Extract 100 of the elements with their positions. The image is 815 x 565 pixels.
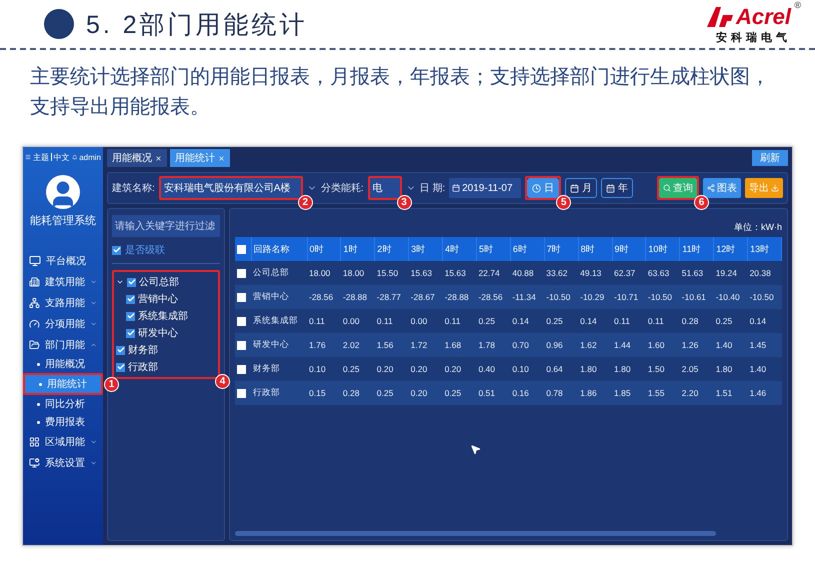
tab[interactable]: 用能概况 <box>107 149 167 167</box>
table-cell: 1.62 <box>578 333 612 357</box>
tree-node-label[interactable]: 财务部 <box>128 343 158 357</box>
category-select[interactable]: 电 <box>370 178 400 198</box>
tree-node-label[interactable]: 营销中心 <box>138 292 178 306</box>
tree-node-label[interactable]: 研发中心 <box>138 326 178 340</box>
table-cell: 15.63 <box>442 261 476 285</box>
language-link[interactable]: 中文 <box>54 152 70 162</box>
nav-item[interactable]: 支路用能 <box>23 292 103 313</box>
table-cell: 1.44 <box>612 333 646 357</box>
column-header: 11时 <box>680 237 714 261</box>
step-badge: 4 <box>215 374 230 389</box>
table-cell: -28.56 <box>307 285 341 309</box>
table-cell: 0.14 <box>748 309 782 333</box>
section-title: 5. 2部门用能统计 <box>86 10 309 40</box>
table-cell: 1.40 <box>748 357 782 381</box>
table-cell: 0.11 <box>646 309 680 333</box>
table-cell: -10.29 <box>578 285 612 309</box>
table-cell: 0.20 <box>408 381 443 405</box>
table-cell: 1.78 <box>476 333 510 357</box>
period-toggle[interactable]: 年 <box>601 178 634 198</box>
table-cell: -10.40 <box>714 285 748 309</box>
table-cell: 0.96 <box>544 333 578 357</box>
unit-label: 单位：kW·h <box>734 221 782 234</box>
table-cell: 0.64 <box>544 357 578 381</box>
period-toggle[interactable]: 月 <box>565 178 598 198</box>
table-cell: -11.34 <box>510 285 544 309</box>
table-cell: -28.56 <box>476 285 510 309</box>
table-cell: 0.20 <box>408 357 443 381</box>
table-cell: 0.51 <box>476 381 510 405</box>
column-header: 7时 <box>544 237 578 261</box>
field-label: 日 期: <box>420 182 446 195</box>
table-cell: 0.40 <box>476 357 510 381</box>
tree-node-label[interactable]: 行政部 <box>128 360 158 374</box>
table-cell: 1.76 <box>307 333 341 357</box>
table-cell: 62.37 <box>612 261 646 285</box>
tree-node-label[interactable]: 系统集成部 <box>138 309 188 323</box>
table-cell: 1.51 <box>714 381 748 405</box>
table-cell: 0.11 <box>307 309 341 333</box>
table-cell: 1.45 <box>748 333 782 357</box>
table-cell: 1.56 <box>374 333 409 357</box>
table-cell: 20.38 <box>748 261 782 285</box>
tree-node-label[interactable]: 公司总部 <box>139 275 179 289</box>
table-cell: 0.20 <box>442 357 476 381</box>
table-cell: 63.63 <box>646 261 680 285</box>
nav-item[interactable]: 建筑用能 <box>23 271 103 292</box>
table-cell: 系统集成部 <box>251 309 307 333</box>
table-cell: 19.24 <box>714 261 748 285</box>
table-cell: 1.68 <box>442 333 476 357</box>
table-cell: 0.78 <box>544 381 578 405</box>
table-cell: 0.15 <box>307 381 341 405</box>
table-cell: 0.25 <box>714 309 748 333</box>
table-cell: 18.00 <box>340 261 375 285</box>
nav-subitem[interactable]: 用能统计 <box>25 375 101 393</box>
table-cell: 18.00 <box>307 261 341 285</box>
table-cell: 15.50 <box>374 261 409 285</box>
table-cell: -28.88 <box>442 285 476 309</box>
table-cell: 财务部 <box>251 357 307 381</box>
table-cell: 0.14 <box>578 309 612 333</box>
building-select[interactable]: 安科瑞电气股份有限公司A楼 <box>160 178 301 198</box>
nav-item[interactable]: 部门用能 <box>23 334 103 355</box>
system-name: 能耗管理系统 <box>29 214 97 228</box>
table-cell: 0.10 <box>510 357 544 381</box>
checkbox-label[interactable]: 是否级联 <box>125 243 165 257</box>
table-cell: 0.10 <box>307 357 341 381</box>
table-cell: 0.25 <box>340 357 375 381</box>
table-cell: -28.77 <box>374 285 409 309</box>
table-cell: 0.16 <box>510 381 544 405</box>
table-cell: 1.80 <box>612 357 646 381</box>
nav-item[interactable]: 区域用能 <box>23 431 103 452</box>
table-cell: 0.25 <box>374 381 409 405</box>
registered-mark: ® <box>794 0 801 10</box>
table-cell: 0.00 <box>408 309 443 333</box>
search-field[interactable]: 请输入关键字进行过滤 <box>112 215 220 237</box>
table-cell: -10.50 <box>646 285 680 309</box>
table-cell: 1.50 <box>646 357 680 381</box>
table-cell: 49.13 <box>578 261 612 285</box>
table-cell: 0.25 <box>476 309 510 333</box>
theme-link[interactable]: 主题 <box>33 152 50 162</box>
table-cell: 0.11 <box>442 309 476 333</box>
step-badge: 5 <box>556 195 572 210</box>
logo-brand: Acrel <box>736 4 791 30</box>
nav-item[interactable]: 平台概况 <box>23 250 103 271</box>
nav-subitem[interactable]: 同比分析 <box>23 395 103 413</box>
date-field[interactable]: 2019-11-07 <box>449 178 522 198</box>
column-header: 2时 <box>374 237 409 261</box>
nav-item[interactable]: 分项用能 <box>23 313 103 334</box>
table-cell: 1.72 <box>408 333 443 357</box>
nav-subitem[interactable]: 费用报表 <box>23 413 103 431</box>
table-cell: 1.26 <box>680 333 714 357</box>
column-header: 1时 <box>340 237 375 261</box>
nav-item[interactable]: 系统设置 <box>23 452 103 473</box>
description-text: 主要统计选择部门的用能日报表，月报表，年报表；支持选择部门进行生成柱状图，支持导出用能报表。 <box>29 65 771 120</box>
field-label: 建筑名称: <box>112 182 155 195</box>
column-header: 5时 <box>476 237 510 261</box>
column-header: 12时 <box>714 237 748 261</box>
nav-subitem[interactable]: 用能概况 <box>23 355 103 373</box>
table-cell: -10.71 <box>612 285 646 309</box>
user-name[interactable]: admin <box>79 152 101 162</box>
table-cell: 0.28 <box>340 381 375 405</box>
